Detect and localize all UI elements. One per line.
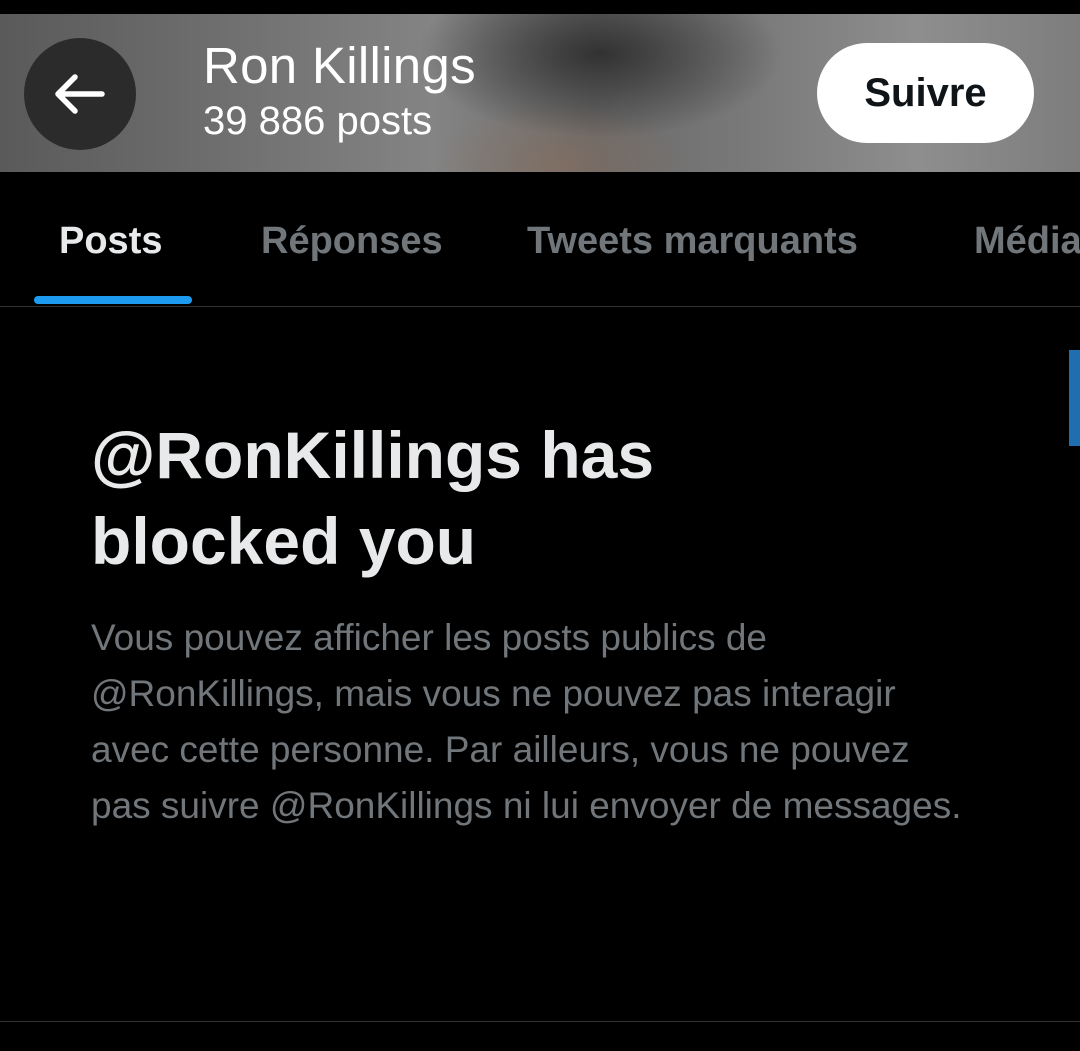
divider	[0, 1021, 1080, 1022]
scrollbar-thumb[interactable]	[1069, 350, 1080, 446]
profile-tabs: Posts Réponses Tweets marquants Média	[0, 172, 1080, 307]
blocked-title: @RonKillings has blocked you	[91, 418, 655, 578]
profile-header: Ron Killings 39 886 posts Suivre	[0, 0, 1080, 172]
blocked-description: Vous pouvez afficher les posts publics d…	[91, 617, 962, 826]
profile-screen: Ron Killings 39 886 posts Suivre Posts R…	[0, 0, 1080, 1051]
tab-highlights[interactable]: Tweets marquants	[527, 220, 858, 263]
blocked-notice: @RonKillings has blocked you Vous pouvez…	[91, 412, 991, 834]
profile-name: Ron Killings	[203, 37, 476, 94]
profile-title-block: Ron Killings 39 886 posts	[203, 36, 476, 145]
follow-button[interactable]: Suivre	[817, 43, 1034, 143]
tab-posts[interactable]: Posts	[59, 220, 162, 263]
tab-media[interactable]: Média	[974, 220, 1080, 263]
arrow-left-icon	[55, 74, 105, 114]
status-strip	[0, 0, 1080, 14]
back-button[interactable]	[24, 38, 136, 150]
tab-replies[interactable]: Réponses	[261, 220, 443, 263]
active-tab-indicator	[34, 296, 192, 304]
post-count: 39 886 posts	[203, 99, 433, 143]
